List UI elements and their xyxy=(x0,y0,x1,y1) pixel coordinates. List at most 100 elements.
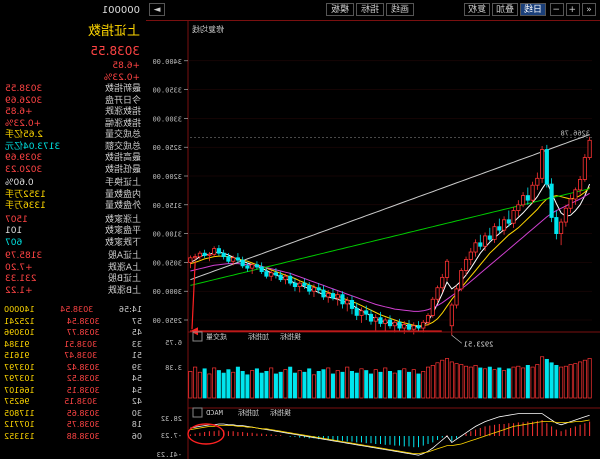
candle-body xyxy=(468,251,473,260)
stock-code: 000001 xyxy=(101,5,140,16)
volume-bar xyxy=(487,366,492,399)
volume-bar xyxy=(430,364,435,399)
candle-body xyxy=(430,298,435,316)
candle-body xyxy=(387,319,393,327)
volume-bar xyxy=(316,371,321,399)
quote-label: 上A涨跌 xyxy=(107,262,141,273)
annotation-arrow-diagonal xyxy=(191,262,196,330)
toolbar-stats-button[interactable]: 画线 xyxy=(386,3,414,16)
volume-bar xyxy=(454,363,459,399)
scroll-left-icon[interactable]: « xyxy=(582,3,596,16)
candle-body xyxy=(373,317,378,322)
candle-body xyxy=(535,177,540,186)
tick-row: 42 3038.15 96257 xyxy=(0,396,146,408)
stock-name: 上证指数 xyxy=(87,24,140,39)
quote-label: 外盘数量 xyxy=(104,201,141,211)
toolbar-plus-button[interactable]: + xyxy=(566,3,580,16)
candle-body xyxy=(345,300,350,305)
ytick-label: 2950.00 xyxy=(152,317,182,325)
tick-row: 14:56 3038.54 140000 xyxy=(0,304,146,316)
toolbar-tpl-button[interactable]: 模板 xyxy=(326,3,354,16)
volume-bar xyxy=(359,368,364,399)
candle-body xyxy=(425,314,431,323)
arrow-head-icon xyxy=(190,327,198,336)
volume-bar xyxy=(459,364,464,399)
volume-bar xyxy=(368,373,374,399)
chart-area[interactable]: 3400.00 3350.00 3300.00 3250.00 3200.00 3150.… xyxy=(146,20,600,459)
tick-vol: 91615 xyxy=(4,351,30,360)
volume-bar xyxy=(468,366,473,399)
candle-body xyxy=(582,157,587,180)
tick-vol: 107712 xyxy=(4,420,35,429)
candle-body xyxy=(463,259,469,271)
quote-label: 上证换手 xyxy=(104,178,141,188)
quote-value: 3020.23 xyxy=(5,164,43,175)
quote-value: +6.85 xyxy=(5,107,33,117)
toolbar-period-button[interactable]: 日线 xyxy=(520,3,546,16)
candle-body xyxy=(530,184,535,201)
quote-value: 0.60% xyxy=(5,178,34,188)
quote-label: 下跌家数 xyxy=(104,237,141,248)
candle-body xyxy=(544,149,549,185)
candle-body xyxy=(554,217,559,235)
tick-price: 3038.42 xyxy=(66,362,100,372)
tick-row: 06 3038.88 131352 xyxy=(0,431,146,443)
tick-price: 3038.54 xyxy=(66,316,100,326)
volume-switch-button: 换指标 xyxy=(280,332,301,341)
ytick-label: 3200.00 xyxy=(152,173,182,181)
toolbar-overlay-button[interactable]: 叠加 xyxy=(492,3,518,16)
volume-bar xyxy=(387,371,393,399)
quote-label: 最新指数 xyxy=(104,84,141,94)
macd-switch-button: 换指标 xyxy=(270,408,291,417)
volume-bar xyxy=(540,356,545,399)
tick-row: 51 3038.47 91615 xyxy=(0,350,146,362)
quote-label: 总成交额 xyxy=(104,141,141,152)
candle-body xyxy=(278,274,283,281)
volume-bar xyxy=(392,372,397,399)
quote-label: 内盘数量 xyxy=(104,189,141,200)
candle-body xyxy=(240,259,245,267)
candle-body xyxy=(197,252,202,258)
toolbar-minus-button[interactable]: − xyxy=(550,3,564,16)
volume-bar xyxy=(411,369,416,399)
candle-body xyxy=(559,221,564,235)
volume-bar xyxy=(330,373,335,399)
ytick-label: 3000.00 xyxy=(152,288,182,296)
volume-bar xyxy=(231,371,236,399)
volume-bar xyxy=(435,362,440,399)
tick-time: 45 xyxy=(131,328,142,337)
tick-row: 39 3038.42 103797 xyxy=(0,362,146,374)
volume-bar xyxy=(587,358,592,399)
quote-label: 上证A股 xyxy=(107,251,141,261)
ma-line-ma60 xyxy=(190,188,590,286)
candle-body xyxy=(316,287,321,291)
tick-list[interactable]: 14:56 3038.54 140000 57 3038.54 125241 45 3038.… xyxy=(0,304,146,442)
volume-bar xyxy=(497,367,502,399)
quote-value: +1.22 xyxy=(5,285,33,296)
volume-bar xyxy=(245,374,250,399)
quote-value: 1336万手 xyxy=(5,201,46,211)
toolbar-adjust-button[interactable]: 复权 xyxy=(464,3,490,16)
quote-row: 上涨家数 1507 xyxy=(0,215,146,227)
candle-body xyxy=(207,253,212,256)
volume-bar xyxy=(582,359,587,399)
candle-body xyxy=(473,242,478,253)
tick-price: 3038.75 xyxy=(66,420,100,429)
tick-row: 30 3038.65 117805 xyxy=(0,408,146,420)
stock-chart-window: « + − 日线 叠加 复权 画线 指标 模板 ► 3400.00 3350.00 3300.00… xyxy=(0,0,600,459)
volume-bar xyxy=(207,373,212,399)
volume-bar xyxy=(378,371,383,399)
quote-label: 今日开盘 xyxy=(104,95,141,106)
toolbar-ind-button[interactable]: 指标 xyxy=(356,3,384,16)
candle-body xyxy=(506,219,511,224)
volume-bar xyxy=(292,372,297,399)
volume-bar xyxy=(197,371,202,399)
tick-vol: 140000 xyxy=(4,305,35,314)
tick-time: 33 xyxy=(131,339,142,349)
volume-bar xyxy=(250,370,255,399)
candle-body xyxy=(292,282,298,287)
candle-body xyxy=(392,321,397,327)
candle-body xyxy=(297,282,302,287)
volume-bar xyxy=(573,363,578,399)
expand-icon[interactable]: ► xyxy=(149,3,165,16)
